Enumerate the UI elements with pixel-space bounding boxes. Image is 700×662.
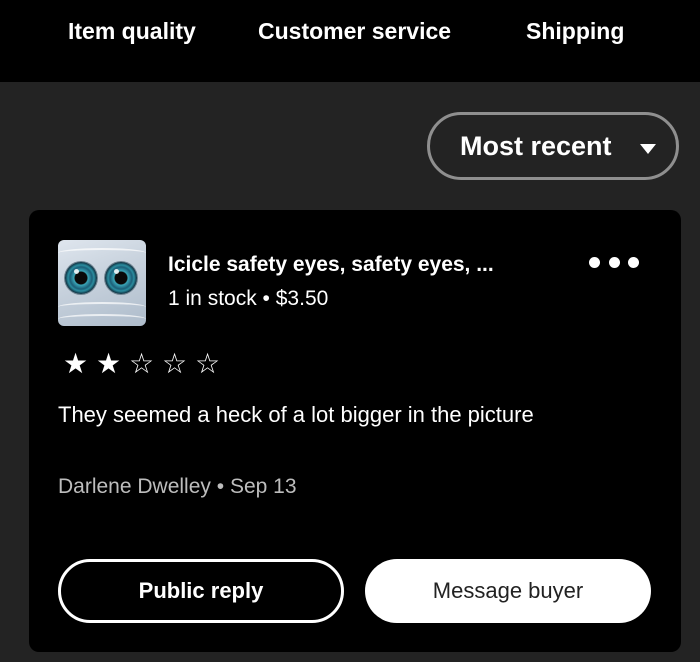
star-outline-icon: ☆ bbox=[128, 348, 155, 379]
reviewer-info: Darlene Dwelley • Sep 13 bbox=[58, 475, 297, 499]
thumbnail-texture bbox=[58, 248, 146, 258]
review-card: Icicle safety eyes, safety eyes, ... 1 i… bbox=[29, 210, 681, 652]
stock-status: 1 in stock bbox=[168, 287, 257, 310]
star-outline-icon: ☆ bbox=[194, 348, 221, 379]
star-outline-icon: ☆ bbox=[161, 348, 188, 379]
eye-glint bbox=[114, 269, 119, 274]
public-reply-button[interactable]: Public reply bbox=[58, 559, 344, 623]
sort-label: Most recent bbox=[460, 130, 612, 161]
product-thumbnail[interactable] bbox=[58, 240, 146, 326]
review-text: They seemed a heck of a lot bigger in th… bbox=[58, 402, 534, 427]
star-rating: ★ ★ ☆ ☆ ☆ bbox=[60, 349, 223, 379]
eye-glint bbox=[74, 269, 79, 274]
safety-eye-image bbox=[65, 262, 97, 294]
product-price: $3.50 bbox=[275, 287, 329, 310]
review-date: Sep 13 bbox=[229, 475, 297, 498]
reviewer-name: Darlene Dwelley bbox=[58, 475, 211, 498]
safety-eye-image bbox=[105, 262, 137, 294]
more-horizontal-icon bbox=[589, 256, 600, 268]
thumbnail-texture bbox=[58, 302, 146, 312]
more-horizontal-icon bbox=[628, 256, 639, 268]
product-title[interactable]: Icicle safety eyes, safety eyes, ... bbox=[168, 253, 494, 277]
meta-separator: • bbox=[256, 287, 276, 310]
tab-item-quality[interactable]: Item quality bbox=[68, 18, 196, 45]
tab-shipping[interactable]: Shipping bbox=[526, 18, 624, 45]
meta-separator: • bbox=[210, 475, 230, 498]
product-stock-price: 1 in stock • $3.50 bbox=[168, 287, 328, 311]
more-horizontal-icon bbox=[608, 256, 620, 268]
caret-down-icon bbox=[640, 144, 656, 154]
review-category-tabs: Item quality Customer service Shipping bbox=[0, 0, 700, 82]
tab-customer-service[interactable]: Customer service bbox=[258, 18, 451, 45]
message-buyer-button[interactable]: Message buyer bbox=[365, 559, 651, 623]
star-filled-icon: ★ bbox=[95, 348, 122, 379]
sort-dropdown[interactable]: Most recent bbox=[427, 112, 679, 180]
more-options-button[interactable] bbox=[589, 252, 639, 272]
thumbnail-texture bbox=[58, 314, 146, 324]
star-filled-icon: ★ bbox=[62, 348, 89, 379]
